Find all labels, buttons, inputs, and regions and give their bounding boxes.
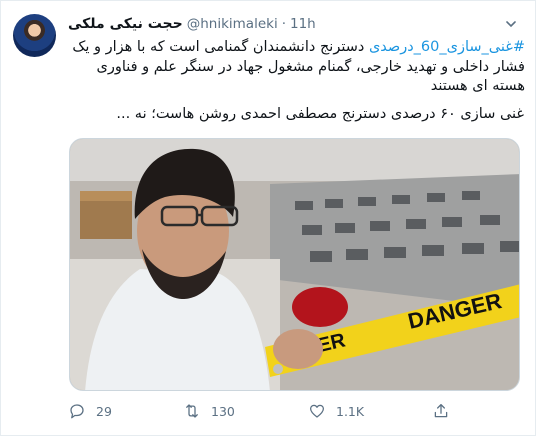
tweet-header: حجت نیکی ملکی @hnikimaleki · 11h: [68, 14, 316, 34]
like-count: 1.1K: [336, 403, 365, 419]
tweet-text-paragraph2: غنی سازی ۶۰ درصدی دسترنج مصطفی احمدی روش…: [116, 106, 524, 122]
retweet-button[interactable]: 130: [183, 399, 235, 423]
user-handle[interactable]: @hnikimaleki: [187, 16, 278, 32]
tweet-actions: 29 130 1.1K: [68, 399, 458, 423]
retweet-icon: [186, 404, 198, 418]
chevron-down-icon: [506, 21, 516, 28]
like-button[interactable]: 1.1K: [308, 399, 364, 423]
share-icon: [434, 403, 448, 418]
avatar[interactable]: [13, 14, 56, 57]
more-options-button[interactable]: [500, 13, 522, 35]
timestamp[interactable]: 11h: [290, 16, 316, 32]
retweet-count: 130: [211, 403, 235, 419]
tweet-text: #غنی_سازی_60_درصدی دسترنج دانشمندان گمنا…: [67, 38, 525, 97]
photo-illustration: DANGER NGER: [70, 139, 519, 390]
heart-icon: [309, 404, 325, 418]
separator-dot: ·: [281, 16, 286, 32]
reply-icon: [70, 404, 84, 419]
reply-button[interactable]: 29: [68, 399, 112, 423]
reply-count: 29: [96, 403, 112, 419]
display-name[interactable]: حجت نیکی ملکی: [68, 16, 183, 32]
share-button[interactable]: [432, 399, 450, 423]
tweet-card: حجت نیکی ملکی @hnikimaleki · 11h #غنی_سا…: [0, 0, 536, 436]
hashtag-link[interactable]: #غنی_سازی_60_درصدی: [369, 39, 525, 55]
tweet-photo[interactable]: DANGER NGER: [69, 138, 520, 391]
